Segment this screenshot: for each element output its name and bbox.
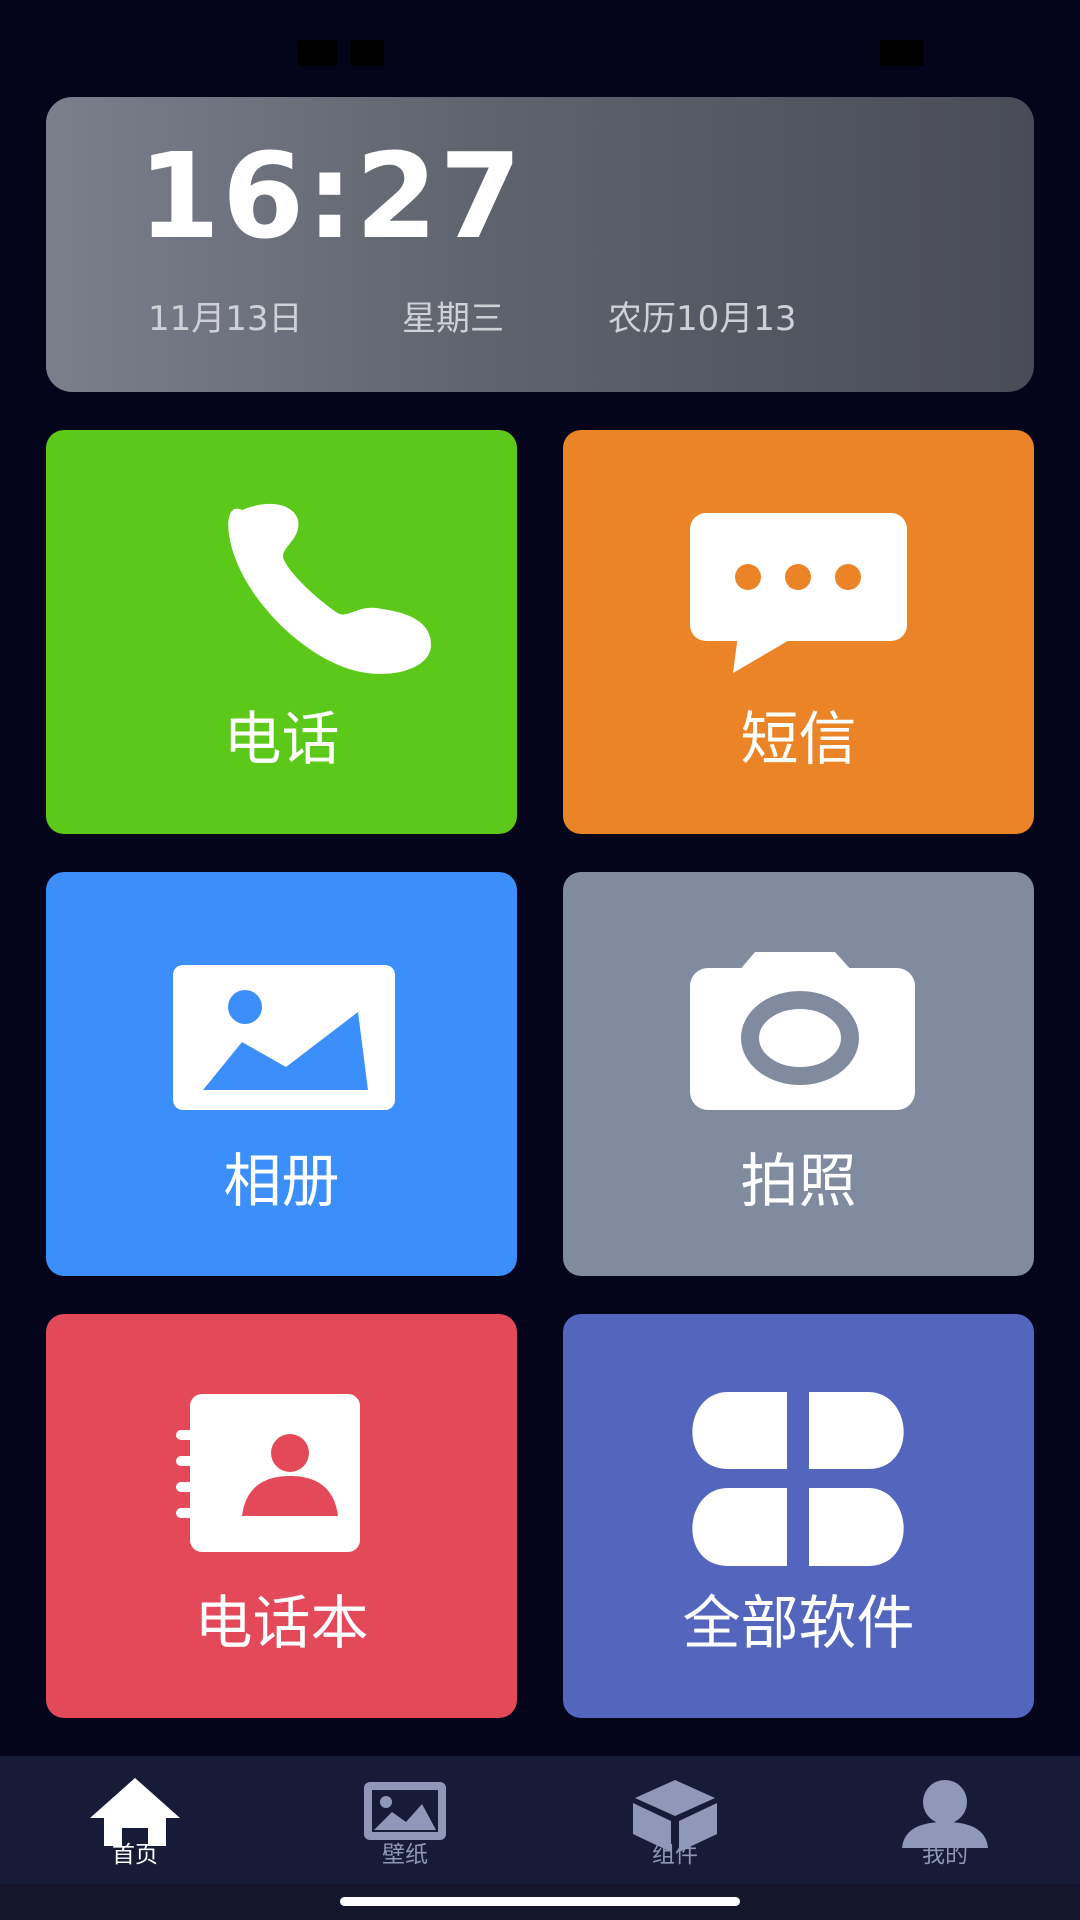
camera-icon	[690, 952, 915, 1110]
nav-label: 壁纸	[382, 1842, 428, 1868]
bottom-nav: 首页 壁纸 组件 我的	[0, 1756, 1080, 1884]
nav-item-wallpaper[interactable]: 壁纸	[270, 1756, 540, 1884]
tile-label: 相册	[223, 1147, 340, 1215]
nav-label: 我的	[922, 1842, 968, 1868]
tile-label: 电话	[223, 705, 340, 773]
tile-all-apps[interactable]: 全部软件	[563, 1314, 1034, 1718]
tile-label: 电话本	[194, 1589, 369, 1657]
battery-icon	[880, 40, 924, 66]
tile-contacts[interactable]: 电话本	[46, 1314, 517, 1718]
tile-label: 拍照	[740, 1147, 857, 1215]
phone-icon	[228, 503, 431, 674]
clock-widget[interactable]: 16:27 11月13日 星期三 农历10月13	[46, 97, 1034, 392]
nav-item-home[interactable]: 首页	[0, 1756, 270, 1884]
clock-date: 11月13日	[148, 299, 303, 339]
nav-item-profile[interactable]: 我的	[810, 1756, 1080, 1884]
nav-label: 首页	[112, 1842, 158, 1868]
clock-time: 16:27	[138, 127, 524, 265]
status-indicator	[298, 40, 338, 66]
nav-item-widgets[interactable]: 组件	[540, 1756, 810, 1884]
home-indicator[interactable]	[340, 1897, 740, 1906]
apps-icon	[692, 1392, 904, 1566]
clock-lunar-date: 农历10月13	[608, 299, 797, 339]
status-bar	[0, 0, 1080, 90]
status-indicator	[350, 40, 384, 66]
photo-icon	[173, 965, 395, 1110]
message-icon	[690, 513, 907, 673]
clock-weekday: 星期三	[402, 299, 504, 339]
tile-gallery[interactable]: 相册	[46, 872, 517, 1276]
contacts-icon	[176, 1394, 360, 1552]
nav-label: 组件	[652, 1842, 698, 1868]
tile-label: 短信	[740, 705, 857, 773]
tile-label: 全部软件	[682, 1589, 915, 1657]
tile-phone[interactable]: 电话	[46, 430, 517, 834]
tile-messages[interactable]: 短信	[563, 430, 1034, 834]
tile-camera[interactable]: 拍照	[563, 872, 1034, 1276]
